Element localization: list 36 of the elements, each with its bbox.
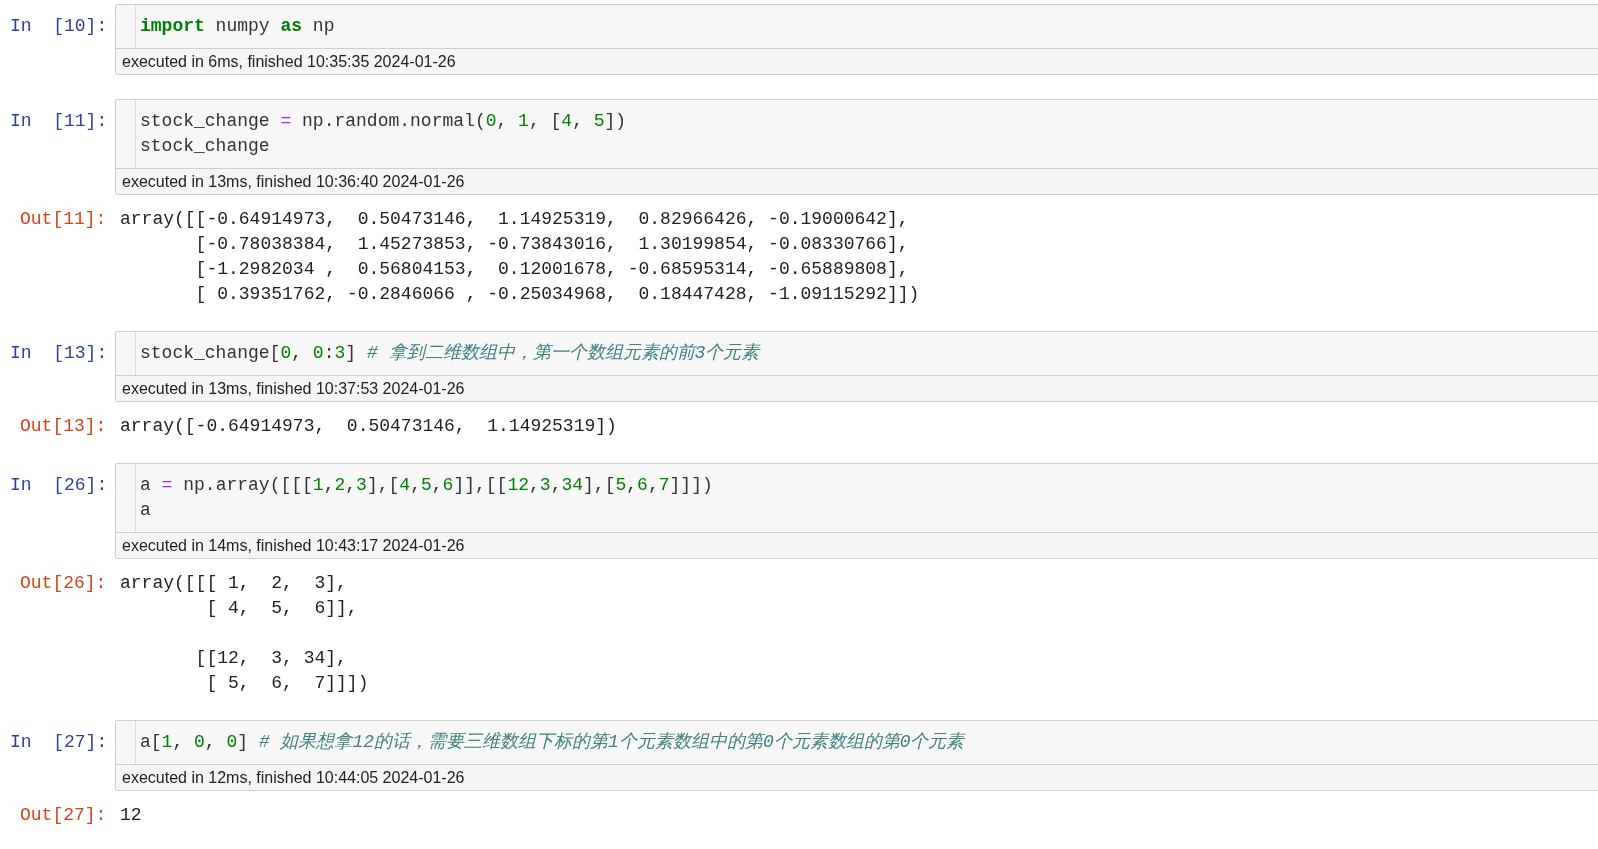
- input-prompt: In [26]:: [9, 474, 109, 497]
- output-line: array([[[ 1, 2, 3],: [120, 572, 348, 595]
- output-line: array([[-0.64914973, 0.50473146, 1.14925319, 0.82966426, -0.19000642],: [120, 208, 910, 231]
- code-cell[interactable]: import numpy as np executed in 6ms, finished 10:35:35 2024-01-26: [115, 4, 1598, 75]
- output-prompt: Out[13]:: [19, 415, 108, 438]
- execution-time: executed in 13ms, finished 10:36:40 2024-01-26: [116, 168, 1598, 194]
- output-line: [[12, 3, 34],: [194, 647, 348, 670]
- output-line: [-1.2982034 , 0.56804153, 0.12001678, -0.68595314, -0.65889808],: [194, 258, 910, 281]
- input-prompt: In [27]:: [9, 731, 109, 754]
- output-line: [ 4, 5, 6]],: [205, 597, 359, 620]
- output-prompt: Out[11]:: [19, 208, 108, 231]
- output-line: array([-0.64914973, 0.50473146, 1.14925319]): [120, 415, 617, 438]
- output-line: [ 5, 6, 7]]]): [205, 672, 369, 695]
- output-prompt: Out[26]:: [19, 572, 108, 595]
- code-cell[interactable]: stock_change[0, 0:3] # 拿到二维数组中，第一个数组元素的前3个元素 executed in 13ms, finished 10:37:53 2024-01-26: [115, 331, 1598, 402]
- code-cell[interactable]: a[1, 0, 0] # 如果想拿12的话，需要三维数组下标的第1个元素数组中的第0个元素数组的第0个元素 executed in 12ms, finished 10:44:05 2024-01-26: [115, 720, 1598, 791]
- code-line: import numpy as np: [140, 15, 335, 38]
- output-prompt: Out[27]:: [19, 804, 108, 827]
- code-line: a: [140, 499, 152, 522]
- code-line: a[1, 0, 0] # 如果想拿12的话，需要三维数组下标的第1个元素数组中的第0个元素数组的第0个元素: [140, 731, 965, 754]
- execution-time: executed in 14ms, finished 10:43:17 2024-01-26: [116, 532, 1598, 558]
- code-cell[interactable]: stock_change = np.random.normal(0, 1, [4, 5]) stock_change executed in 13ms, finished 10:36:40 2024-01-26: [115, 99, 1598, 195]
- output-line: [ 0.39351762, -0.2846066 , -0.25034968, 0.18447428, -1.09115292]]): [194, 283, 920, 306]
- execution-time: executed in 13ms, finished 10:37:53 2024-01-26: [116, 375, 1598, 401]
- code-line: a = np.array([[[1,2,3],[4,5,6]],[[12,3,34],[5,6,7]]]): [140, 474, 713, 497]
- input-prompt: In [11]:: [9, 110, 109, 133]
- code-cell[interactable]: a = np.array([[[1,2,3],[4,5,6]],[[12,3,34],[5,6,7]]]) a executed in 14ms, finished 10:43:17 2024-01-26: [115, 463, 1598, 559]
- code-line: stock_change = np.random.normal(0, 1, [4, 5]): [140, 110, 627, 133]
- input-prompt: In [10]:: [9, 15, 109, 38]
- input-prompt: In [13]:: [9, 342, 109, 365]
- code-line: stock_change: [140, 135, 271, 158]
- output-line: [-0.78038384, 1.45273853, -0.73843016, 1.30199854, -0.08330766],: [194, 233, 910, 256]
- output-line: 12: [120, 804, 142, 827]
- code-line: stock_change[0, 0:3] # 拿到二维数组中，第一个数组元素的前3个元素: [140, 342, 760, 365]
- execution-time: executed in 12ms, finished 10:44:05 2024-01-26: [116, 764, 1598, 790]
- execution-time: executed in 6ms, finished 10:35:35 2024-01-26: [116, 48, 1598, 74]
